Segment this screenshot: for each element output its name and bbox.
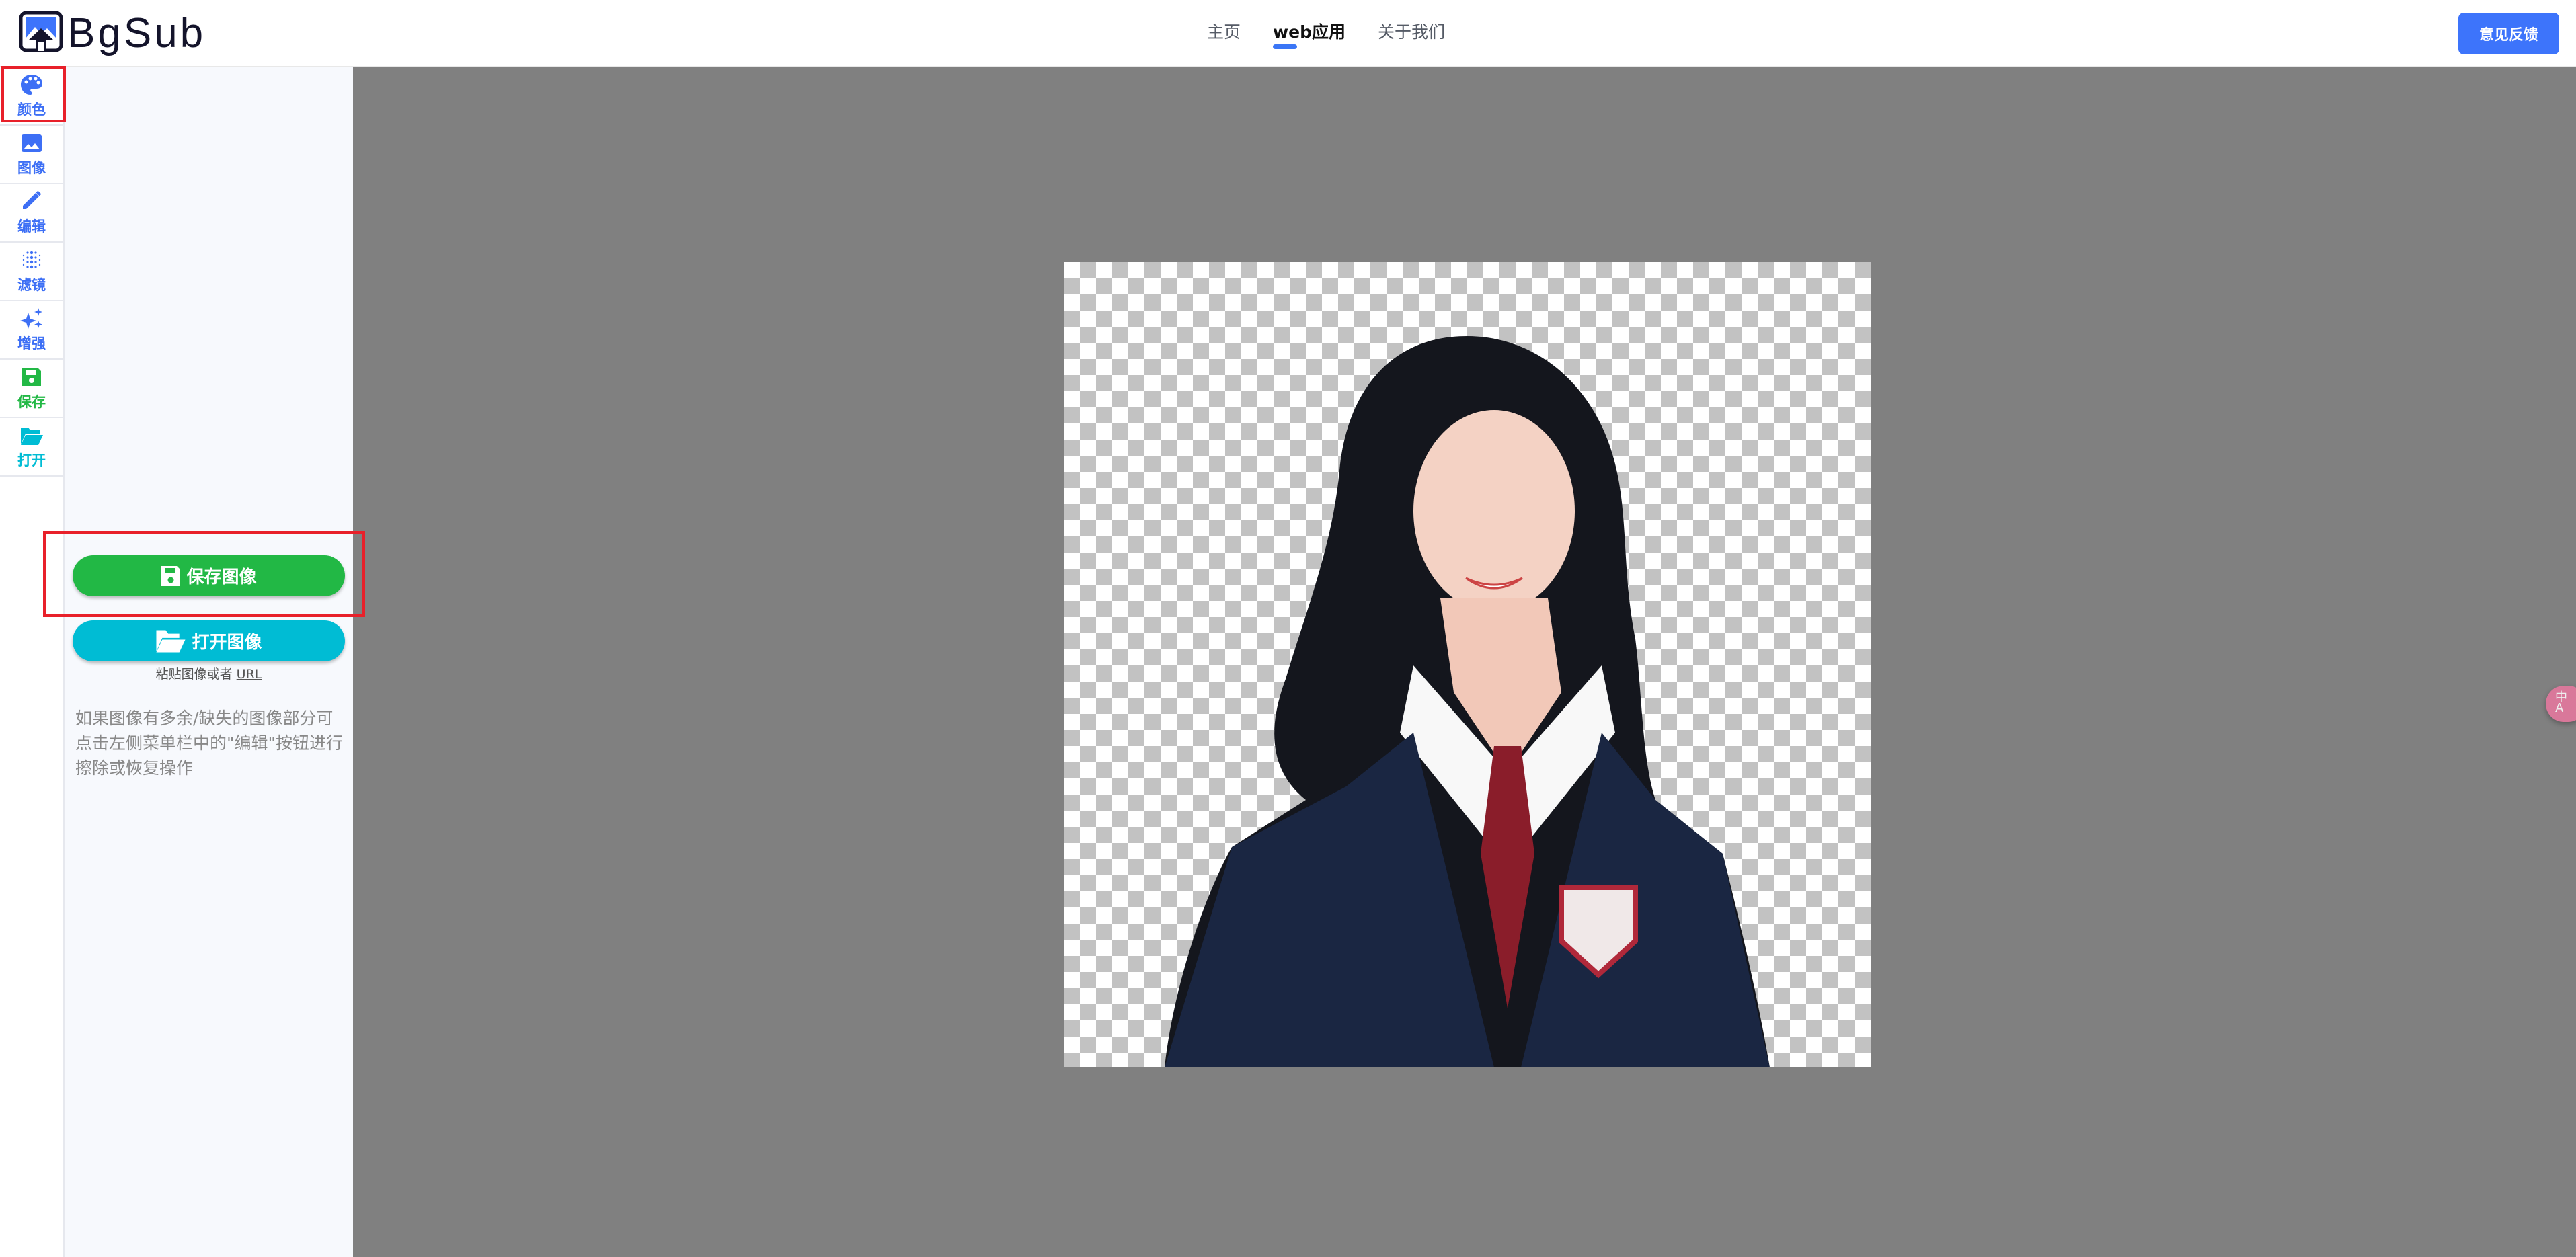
result-image[interactable] [1064,262,1871,1067]
tool-sidebar: 颜色 图像 编辑 滤镜 增强 保存 打开 [0,67,65,1257]
floppy-disk-icon [161,565,181,586]
save-image-label: 保存图像 [186,567,257,587]
save-image-button[interactable]: 保存图像 [73,555,345,596]
sparkles-icon [20,307,42,329]
folder-open-icon [156,630,186,652]
sidebar-item-label: 滤镜 [17,276,46,293]
sidebar-item-open[interactable]: 打开 [0,418,63,477]
help-text: 如果图像有多余/缺失的图像部分可点击左侧菜单栏中的"编辑"按钮进行擦除或恢复操作 [75,708,343,778]
sidebar-item-image[interactable]: 图像 [0,126,63,184]
sidebar-item-label: 保存 [17,393,46,410]
filter-dots-icon [22,251,41,268]
open-image-button[interactable]: 打开图像 [73,620,345,661]
sidebar-item-enhance[interactable]: 增强 [0,301,63,360]
paste-text: 粘贴图像或者 [155,667,233,682]
sidebar-item-save[interactable]: 保存 [0,360,63,418]
nav-about[interactable]: 关于我们 [1378,19,1445,50]
main-nav: 主页 web应用 关于我们 [1207,19,1445,50]
folder-open-icon [21,427,43,445]
header: BgSub 主页 web应用 关于我们 意见反馈 [0,0,2576,67]
logo-text: BgSub [67,9,206,56]
sidebar-item-label: 颜色 [17,101,46,118]
translate-icon[interactable]: 中A [2546,686,2576,722]
options-panel: 保存图像 打开图像 粘贴图像或者 URL 如果图像有多余/缺失的图像部分可点击左… [65,67,353,1257]
paste-hint: 粘贴图像或者 URL [65,664,353,682]
open-image-label: 打开图像 [192,633,262,653]
nav-home[interactable]: 主页 [1207,19,1241,50]
sidebar-item-label: 增强 [17,335,46,352]
feedback-button[interactable]: 意见反馈 [2458,13,2559,54]
palette-icon [21,74,42,95]
pencil-icon [23,190,42,209]
sidebar-item-filter[interactable]: 滤镜 [0,243,63,301]
sidebar-item-label: 编辑 [17,218,46,235]
sidebar-item-color[interactable]: 颜色 [0,67,63,126]
logo-icon [19,11,63,52]
paste-url-link[interactable]: URL [237,667,262,682]
sidebar-item-label: 打开 [17,452,46,469]
sidebar-item-label: 图像 [17,159,46,176]
floppy-disk-icon [22,367,41,386]
image-icon [22,134,42,152]
logo[interactable]: BgSub [19,9,206,56]
nav-web-app[interactable]: web应用 [1273,19,1345,50]
person-cutout [1165,336,1770,1067]
sidebar-item-edit[interactable]: 编辑 [0,184,63,243]
